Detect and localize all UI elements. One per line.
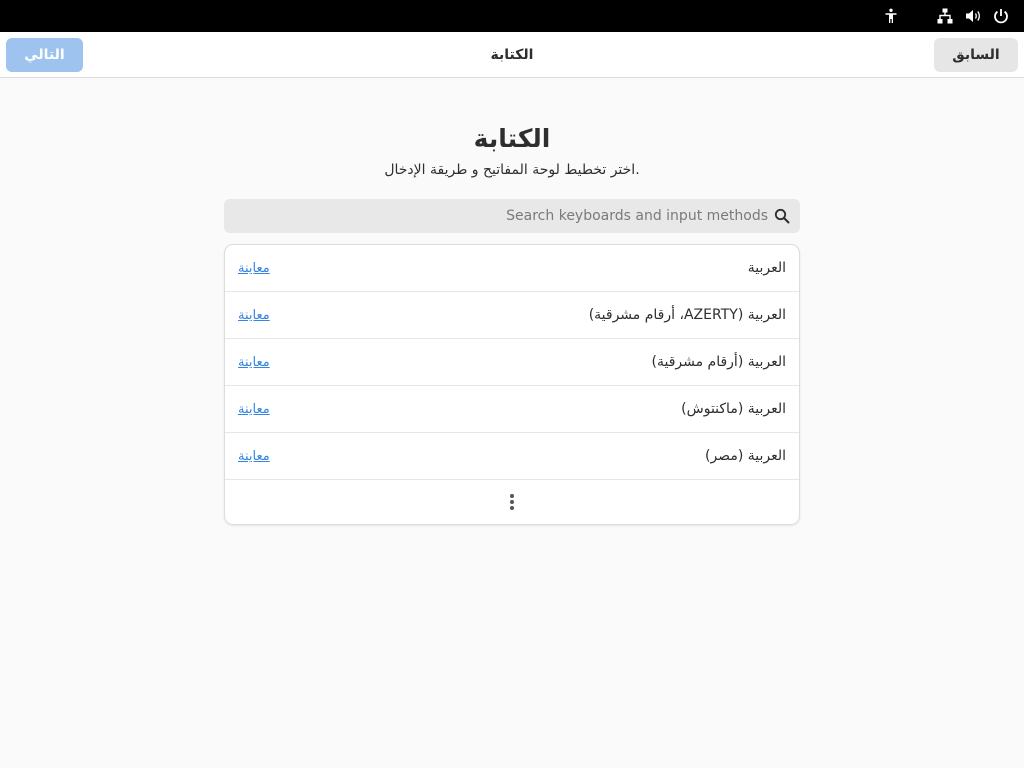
keyboard-layout-list: العربية معاينة العربية (AZERTY، أرقام مش…: [224, 244, 800, 525]
list-item[interactable]: العربية معاينة: [225, 245, 799, 292]
preview-link[interactable]: معاينة: [238, 308, 270, 323]
preview-link[interactable]: معاينة: [238, 355, 270, 370]
search-field[interactable]: [224, 199, 800, 233]
header-title: الكتابة: [490, 47, 534, 63]
preview-link[interactable]: معاينة: [238, 402, 270, 417]
layout-name: العربية: [747, 260, 786, 276]
page-subtitle: اختر تخطيط لوحة المفاتيح و طريقة الإدخال…: [384, 162, 640, 178]
layout-name: العربية (AZERTY، أرقام مشرقية): [588, 307, 786, 323]
search-icon: [774, 208, 790, 224]
more-vertical-icon: [510, 494, 514, 510]
power-icon[interactable]: [992, 7, 1010, 25]
search-input[interactable]: [248, 208, 768, 224]
show-more-button[interactable]: [225, 480, 799, 524]
list-item[interactable]: العربية (AZERTY، أرقام مشرقية) معاينة: [225, 292, 799, 339]
list-item[interactable]: العربية (أرقام مشرقية) معاينة: [225, 339, 799, 386]
volume-icon[interactable]: [964, 7, 982, 25]
accessibility-icon[interactable]: [882, 7, 900, 25]
list-item[interactable]: العربية (مصر) معاينة: [225, 433, 799, 480]
layout-name: العربية (أرقام مشرقية): [651, 354, 787, 370]
preview-link[interactable]: معاينة: [238, 261, 270, 276]
page-title: الكتابة: [473, 124, 551, 153]
layout-name: العربية (مصر): [705, 448, 786, 464]
layout-name: العربية (ماكنتوش): [681, 401, 786, 417]
back-button[interactable]: السابق: [934, 38, 1018, 72]
network-icon[interactable]: [936, 7, 954, 25]
list-item[interactable]: العربية (ماكنتوش) معاينة: [225, 386, 799, 433]
next-button[interactable]: التالي: [6, 38, 83, 72]
header-bar: الكتابة السابق التالي: [0, 32, 1024, 78]
system-top-bar: [0, 0, 1024, 32]
preview-link[interactable]: معاينة: [238, 449, 270, 464]
